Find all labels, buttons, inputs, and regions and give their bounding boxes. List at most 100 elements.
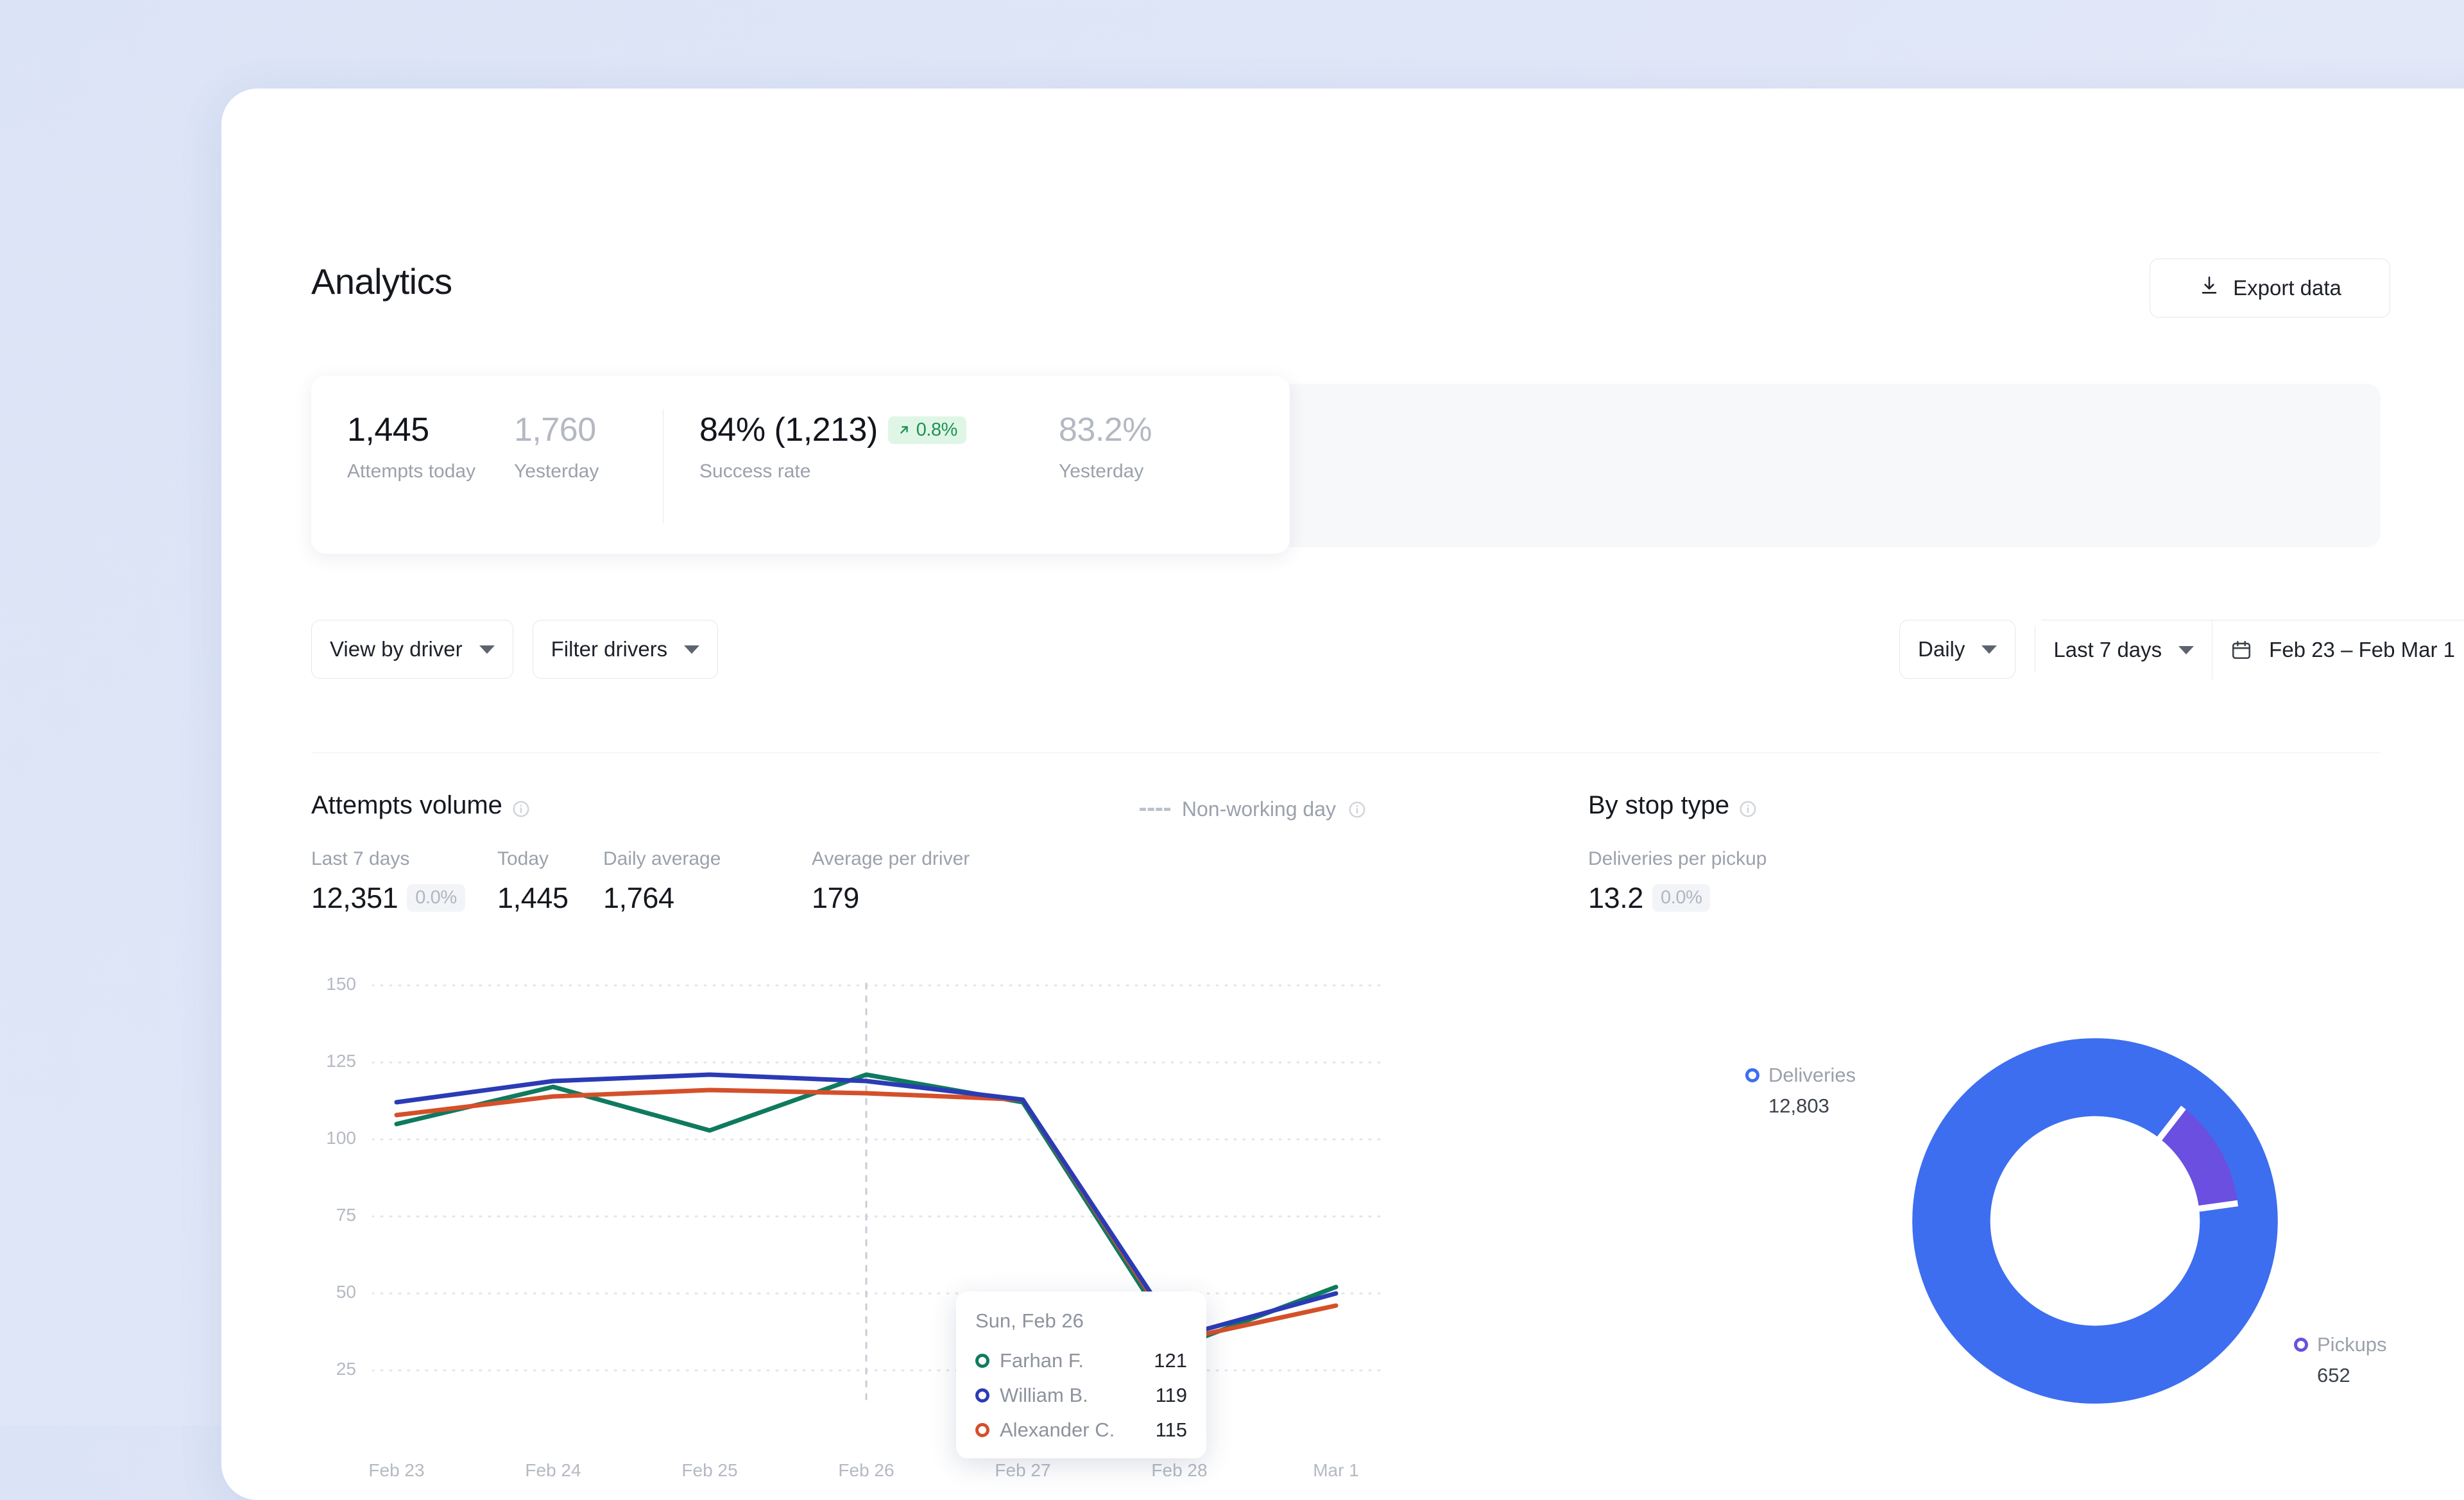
metric-value: 1,445 [497, 882, 569, 914]
tooltip-series-value: 115 [1155, 1419, 1187, 1441]
kpi-attempts-today: 1,445 Attempts today [347, 413, 514, 482]
metric-label: Deliveries per pickup [1588, 848, 1767, 869]
view-by-driver-dropdown[interactable]: View by driver [311, 620, 513, 679]
download-icon [2198, 275, 2220, 302]
metric-value: 179 [812, 882, 859, 914]
metric-last-7-days: Last 7 days 12,351 0.0% [311, 848, 497, 915]
metric-value: 13.2 [1588, 882, 1643, 914]
attempts-volume-title: Attempts volume [311, 791, 1402, 820]
status-badge: 0.8% [887, 416, 966, 444]
filter-drivers-dropdown[interactable]: Filter drivers [532, 620, 719, 679]
chevron-down-icon [1981, 645, 1998, 654]
export-data-label: Export data [2233, 276, 2341, 300]
range-preset-dropdown[interactable]: Last 7 days [2035, 620, 2212, 679]
chevron-down-icon [684, 645, 700, 654]
tooltip-row: Alexander C. 115 [975, 1419, 1187, 1442]
kpi-label: Yesterday [1059, 461, 1144, 482]
y-axis-tick: 50 [336, 1282, 356, 1302]
kpi-yesterday-attempts: 1,760 Yesterday [514, 413, 663, 482]
legend-label: Deliveries [1768, 1064, 1856, 1086]
tooltip-row: William B. 119 [975, 1384, 1187, 1407]
x-axis-tick: Feb 25 [681, 1460, 738, 1480]
date-range-picker[interactable]: Feb 23 – Feb Mar 1 [2212, 620, 2464, 679]
view-by-driver-label: View by driver [330, 637, 463, 661]
granularity-dropdown[interactable]: Daily [1899, 620, 2016, 679]
metric-label: Average per driver [812, 848, 970, 869]
by-stop-type-title: By stop type [1588, 791, 2464, 820]
metric-label: Today [497, 848, 549, 869]
attempts-volume-title-text: Attempts volume [311, 791, 502, 819]
series-marker-icon [1745, 1068, 1759, 1082]
status-badge-label: 0.8% [916, 419, 958, 440]
metric-daily-average: Daily average 1,764 [603, 848, 812, 915]
series-marker-icon [975, 1388, 989, 1402]
chevron-down-icon [2178, 645, 2194, 654]
kpi-strip: 1,445 Attempts today 1,760 Yesterday 84%… [311, 376, 2381, 554]
metric-value: 1,764 [603, 882, 674, 914]
kpi-value: 1,760 [514, 411, 596, 448]
stop-type-metrics: Deliveries per pickup 13.2 0.0% [1588, 848, 2464, 915]
stop-type-donut-chart[interactable] [1890, 1016, 2300, 1426]
toolbar-right: Daily Last 7 days Feb 23 – Feb Mar 1 [1899, 620, 2464, 679]
metric-value: 12,351 [311, 882, 398, 914]
donut-legend-deliveries: Deliveries 12,803 [1745, 1064, 1856, 1118]
info-icon[interactable] [1738, 796, 1758, 817]
series-marker-icon [975, 1354, 989, 1368]
legend-label: Pickups [2317, 1333, 2387, 1356]
kpi-label: Success rate [699, 461, 811, 482]
granularity-label: Daily [1918, 637, 1965, 661]
x-axis-tick: Feb 28 [1151, 1460, 1208, 1480]
attempts-metrics: Last 7 days 12,351 0.0% Today 1,445 Daily… [311, 848, 1402, 915]
kpi-label: Yesterday [514, 461, 599, 482]
kpi-label: Attempts today [347, 461, 476, 482]
chevron-down-icon [479, 645, 495, 654]
metric-chip: 0.0% [1652, 884, 1711, 912]
metric-average-per-driver: Average per driver 179 [812, 848, 1017, 915]
filter-drivers-label: Filter drivers [551, 637, 668, 661]
analytics-card: Analytics Export data 1,445 Attempts tod… [221, 89, 2464, 1500]
tooltip-series-name: Alexander C. [1000, 1419, 1115, 1441]
y-axis-tick: 150 [326, 974, 356, 994]
x-axis-tick: Feb 27 [995, 1460, 1051, 1480]
page-title: Analytics [311, 261, 452, 302]
tooltip-date: Sun, Feb 26 [975, 1309, 1084, 1332]
legend-value: 12,803 [1768, 1095, 1829, 1117]
metric-today: Today 1,445 [497, 848, 603, 915]
y-axis-tick: 125 [326, 1051, 356, 1071]
y-axis-tick: 25 [336, 1359, 356, 1379]
attempts-line-chart[interactable]: 150 125 100 75 50 25 Feb 23 Feb 24 Feb 2… [311, 974, 1402, 1481]
donut-legend-pickups: Pickups 652 [2294, 1333, 2387, 1387]
by-stop-type-title-text: By stop type [1588, 791, 1730, 819]
line-chart-svg [372, 980, 1381, 1405]
kpi-card: 1,445 Attempts today 1,760 Yesterday 84%… [311, 376, 1290, 554]
tooltip-series-value: 119 [1155, 1384, 1187, 1406]
y-axis-tick: 75 [336, 1205, 356, 1225]
tooltip-series-name: William B. [1000, 1384, 1088, 1406]
info-icon[interactable] [511, 796, 531, 817]
toolbar-left: View by driver Filter drivers [311, 620, 719, 679]
kpi-value: 83.2% [1059, 411, 1152, 448]
metric-label: Daily average [603, 848, 721, 869]
date-range-label: Feb 23 – Feb Mar 1 [2269, 638, 2455, 661]
legend-value: 652 [2317, 1364, 2350, 1386]
metric-label: Last 7 days [311, 848, 410, 869]
kpi-yesterday-success: 83.2% Yesterday [1059, 413, 1213, 482]
x-axis-tick: Feb 24 [525, 1460, 581, 1480]
range-preset-label: Last 7 days [2053, 638, 2162, 661]
chart-tooltip: Sun, Feb 26 Farhan F. 121 William B. 119… [956, 1291, 1206, 1458]
kpi-value: 1,445 [347, 411, 429, 448]
series-marker-icon [2294, 1338, 2308, 1352]
date-controls-group: Last 7 days Feb 23 – Feb Mar 1 [2035, 620, 2464, 679]
x-axis-tick: Mar 1 [1313, 1460, 1359, 1480]
calendar-icon [2230, 639, 2252, 661]
export-data-button[interactable]: Export data [2150, 259, 2390, 318]
attempts-volume-panel: Attempts volume Last 7 days 12,351 0.0% T… [311, 791, 1402, 1480]
tooltip-series-value: 121 [1154, 1349, 1187, 1372]
kpi-value: 84% (1,213) [699, 411, 878, 448]
by-stop-type-panel: By stop type Deliveries per pickup 13.2 0… [1588, 791, 2464, 1404]
metric-deliveries-per-pickup: Deliveries per pickup 13.2 0.0% [1588, 848, 1767, 915]
x-axis-tick: Feb 26 [838, 1460, 894, 1480]
kpi-success-rate: 84% (1,213) 0.8% Success rate [699, 413, 1059, 482]
x-axis-tick: Feb 23 [368, 1460, 425, 1480]
arrow-up-right-icon [900, 426, 908, 434]
